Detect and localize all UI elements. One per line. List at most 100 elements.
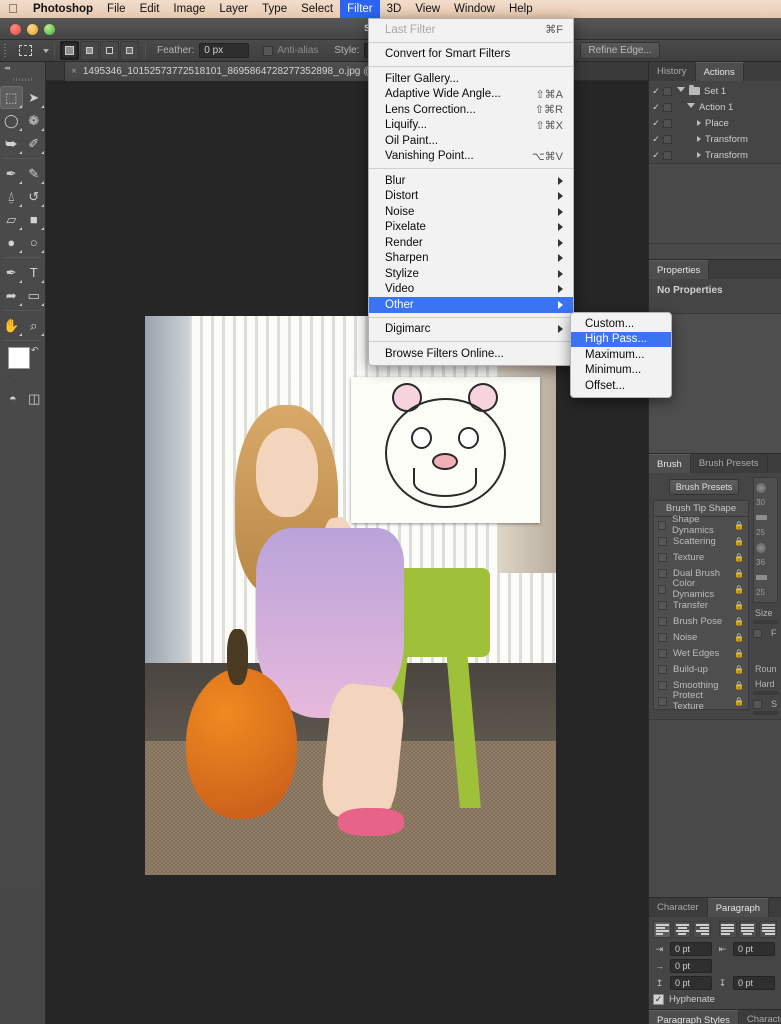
brush-spacing-slider[interactable]: [753, 711, 778, 715]
new-selection-button[interactable]: [60, 41, 79, 60]
menubar-item-window[interactable]: Window: [447, 0, 502, 18]
indent-first-line-input[interactable]: 0 pt: [670, 959, 712, 973]
properties-panel-tab-properties[interactable]: Properties: [649, 260, 710, 279]
filter-menu-item-filter-gallery[interactable]: Filter Gallery...: [369, 71, 573, 87]
lock-icon[interactable]: 🔒: [734, 697, 744, 706]
filter-menu-item-stylize[interactable]: Stylize: [369, 266, 573, 282]
brush-option-checkbox[interactable]: [658, 632, 667, 642]
filter-menu-item-digimarc[interactable]: Digimarc: [369, 322, 573, 338]
menubar-item-type[interactable]: Type: [255, 0, 294, 18]
lock-icon[interactable]: 🔒: [734, 601, 744, 610]
current-tool-icon[interactable]: [10, 41, 40, 61]
filter-menu-item-noise[interactable]: Noise: [369, 204, 573, 220]
document-image[interactable]: [145, 316, 556, 875]
other-submenu-item-maximum[interactable]: Maximum...: [571, 347, 671, 363]
brush-option-checkbox[interactable]: [658, 520, 667, 530]
lasso-tool-button[interactable]: ◯: [0, 109, 23, 132]
clone-stamp-tool-button[interactable]: ⍙: [0, 185, 23, 208]
feather-input[interactable]: 0 px: [199, 43, 250, 58]
lock-icon[interactable]: 🔒: [734, 681, 744, 690]
chevron-down-icon[interactable]: [677, 87, 685, 95]
brush-hardness-slider[interactable]: [753, 691, 778, 695]
checkmark-icon[interactable]: ✓: [649, 102, 663, 113]
filter-menu-dropdown[interactable]: Last Filter ⌘F Convert for Smart Filters Fi…: [368, 18, 574, 366]
brush-option-row[interactable]: Shape Dynamics 🔒: [654, 514, 748, 536]
filter-menu-item-browse-filters-online[interactable]: Browse Filters Online...: [369, 346, 573, 362]
pen-tool-button[interactable]: ✒: [0, 261, 23, 284]
align-right-button[interactable]: [693, 921, 712, 938]
brush-tool-button[interactable]: ✎: [23, 162, 46, 185]
other-submenu-dropdown[interactable]: Custom... High Pass... Maximum... Minimum..…: [570, 312, 672, 398]
path-selection-tool-button[interactable]: ➦: [0, 284, 23, 307]
brush-option-checkbox[interactable]: [658, 616, 667, 626]
brush-option-checkbox[interactable]: [658, 600, 667, 610]
filter-menu-item-sharpen[interactable]: Sharpen: [369, 251, 573, 267]
swap-colors-icon[interactable]: ↶: [31, 345, 39, 356]
lock-icon[interactable]: 🔒: [734, 633, 744, 642]
brush-option-checkbox[interactable]: [658, 584, 667, 594]
rectangle-tool-button[interactable]: ▭: [23, 284, 46, 307]
menubar-item-image[interactable]: Image: [166, 0, 212, 18]
checkmark-icon[interactable]: ✓: [649, 150, 663, 161]
spot-healing-brush-tool-button[interactable]: ✒: [0, 162, 23, 185]
indent-left-margin-input[interactable]: 0 pt: [670, 942, 712, 956]
dialog-toggle-box[interactable]: [663, 134, 672, 144]
options-bar-grip[interactable]: [0, 40, 10, 62]
menubar-item-3d[interactable]: 3D: [380, 0, 409, 18]
lock-icon[interactable]: 🔒: [734, 537, 744, 546]
tools-panel-collapse[interactable]: ◂◂: [0, 62, 45, 74]
brush-preset-thumb[interactable]: [756, 570, 775, 585]
filter-menu-item-liquify[interactable]: Liquify... ⇧⌘X: [369, 118, 573, 134]
lock-icon[interactable]: 🔒: [734, 649, 744, 658]
paragraph-styles-panel-tab-character-sty[interactable]: Character Sty: [739, 1010, 781, 1024]
close-icon[interactable]: ×: [71, 66, 77, 77]
eyedropper-tool-button[interactable]: ✐: [23, 132, 46, 155]
blur-tool-button[interactable]: ●: [0, 231, 23, 254]
dialog-toggle-box[interactable]: [663, 102, 672, 112]
checkmark-icon[interactable]: ✓: [649, 86, 663, 97]
filter-menu-item-blur[interactable]: Blur: [369, 173, 573, 189]
justify-last-right-button[interactable]: [758, 921, 778, 938]
zoom-tool-button[interactable]: ⌕: [23, 314, 46, 337]
filter-menu-item-pixelate[interactable]: Pixelate: [369, 220, 573, 236]
brush-option-row[interactable]: Build-up 🔒: [654, 661, 748, 677]
hyphenate-row[interactable]: ✓ Hyphenate: [653, 994, 777, 1005]
checkmark-icon[interactable]: ✓: [649, 118, 663, 129]
chevron-right-icon[interactable]: [697, 152, 701, 158]
other-submenu-item-high-pass[interactable]: High Pass...: [571, 331, 671, 347]
dialog-toggle-box[interactable]: [663, 150, 672, 160]
spacing-checkbox[interactable]: [753, 699, 762, 709]
indent-right-margin-input[interactable]: 0 pt: [733, 942, 775, 956]
lock-icon[interactable]: 🔒: [734, 553, 744, 562]
filter-menu-item-last-filter[interactable]: Last Filter ⌘F: [369, 22, 573, 38]
brush-panel-tab-brush-presets[interactable]: Brush Presets: [691, 454, 768, 473]
paragraph-panel-tab-paragraph[interactable]: Paragraph: [707, 898, 770, 917]
brush-preset-thumb[interactable]: [756, 480, 775, 495]
filter-menu-item-convert-for-smart-filters[interactable]: Convert for Smart Filters: [369, 47, 573, 63]
align-left-button[interactable]: [653, 921, 672, 938]
lock-icon[interactable]: 🔒: [734, 665, 744, 674]
lock-icon[interactable]: 🔒: [734, 585, 744, 594]
dialog-toggle-box[interactable]: [663, 86, 672, 96]
other-submenu-item-custom[interactable]: Custom...: [571, 316, 671, 332]
filter-menu-item-distort[interactable]: Distort: [369, 189, 573, 205]
paragraph-panel-tab-character[interactable]: Character: [649, 898, 708, 917]
double-chevron-left-icon[interactable]: ◂◂: [4, 64, 10, 72]
horizontal-type-tool-button[interactable]: T: [23, 261, 46, 284]
tools-panel-grip[interactable]: [0, 74, 45, 84]
brush-presets-button[interactable]: Brush Presets: [669, 479, 739, 495]
intersect-selection-button[interactable]: [120, 41, 139, 60]
menubar-item-edit[interactable]: Edit: [133, 0, 167, 18]
brush-option-row[interactable]: Texture 🔒: [654, 549, 748, 565]
brush-option-checkbox[interactable]: [658, 680, 667, 690]
lock-icon[interactable]: 🔒: [734, 569, 744, 578]
dialog-toggle-box[interactable]: [663, 118, 672, 128]
filter-menu-item-oil-paint[interactable]: Oil Paint...: [369, 133, 573, 149]
brush-option-checkbox[interactable]: [658, 536, 667, 546]
brush-preset-thumb[interactable]: [756, 510, 775, 525]
brush-option-checkbox[interactable]: [658, 568, 667, 578]
justify-last-center-button[interactable]: [738, 921, 757, 938]
edit-in-quick-mask-mode-button[interactable]: ◓: [2, 387, 24, 410]
brush-option-row[interactable]: Wet Edges 🔒: [654, 645, 748, 661]
actions-panel-tab-history[interactable]: History: [649, 62, 696, 81]
